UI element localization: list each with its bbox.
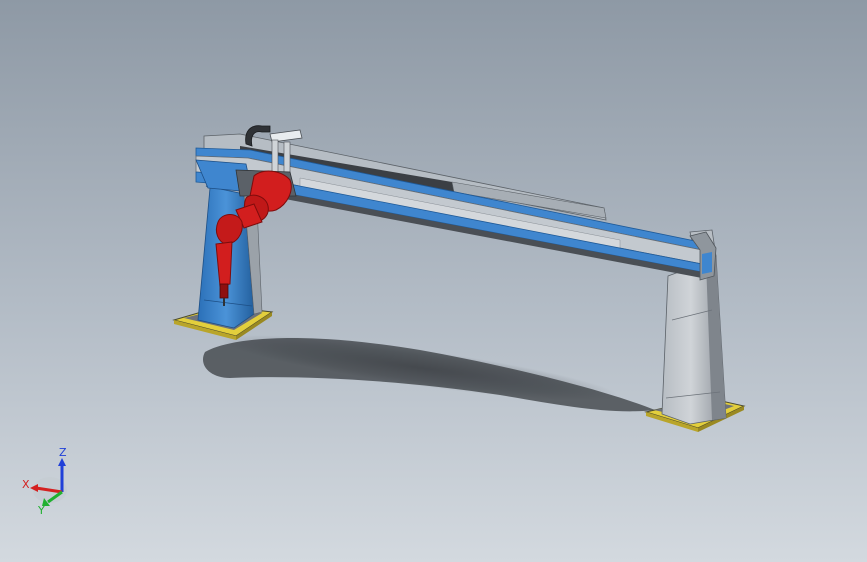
viewport-background (0, 0, 867, 562)
graphics-viewport[interactable]: Z X Y (0, 0, 867, 562)
x-axis-label: X (22, 478, 30, 491)
z-axis-arrow-icon (58, 458, 66, 466)
y-axis-label: Y (37, 504, 45, 517)
orientation-triad[interactable]: Z X Y (14, 440, 84, 520)
z-axis-label: Z (59, 446, 67, 459)
cad-model-view[interactable] (0, 0, 867, 562)
